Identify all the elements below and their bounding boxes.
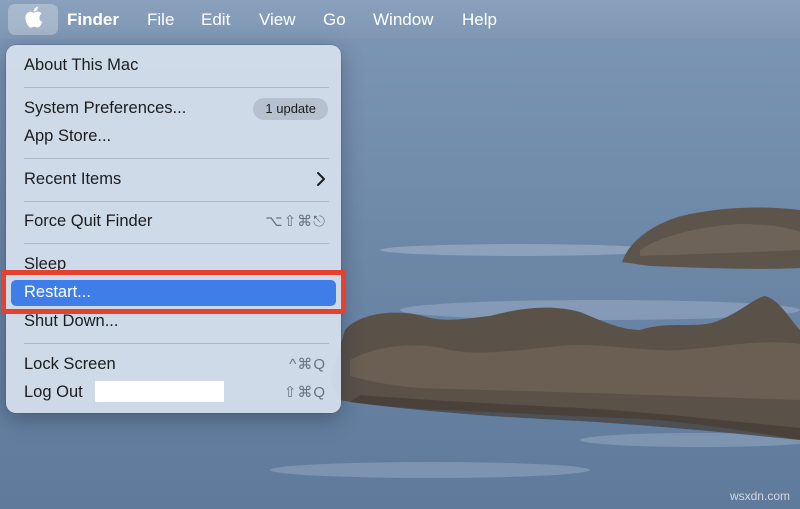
menu-go[interactable]: Go	[323, 0, 346, 39]
menu-item-sleep[interactable]: Sleep	[11, 252, 336, 278]
menu-bar: Finder File Edit View Go Window Help	[0, 0, 800, 39]
watermark: wsxdn.com	[729, 489, 790, 503]
menu-item-restart[interactable]: Restart...	[11, 280, 336, 306]
menu-item-log-out[interactable]: Log Out ⇧⌘Q	[11, 380, 336, 406]
menu-item-label: Recent Items	[24, 170, 122, 188]
menu-item-about-this-mac[interactable]: About This Mac	[11, 53, 336, 79]
menu-item-label: System Preferences...	[24, 99, 187, 117]
menu-file[interactable]: File	[147, 0, 174, 39]
keyboard-shortcut: ⇧⌘Q	[283, 384, 326, 401]
menu-item-label: Sleep	[24, 255, 67, 273]
menu-help[interactable]: Help	[462, 0, 497, 39]
apple-logo-icon	[23, 6, 43, 33]
menu-window[interactable]: Window	[373, 0, 433, 39]
menu-separator	[24, 158, 329, 159]
menu-item-force-quit[interactable]: Force Quit Finder ⌥⇧⌘⎋	[11, 209, 336, 235]
menu-separator	[24, 243, 329, 244]
menu-separator	[24, 343, 329, 344]
menu-item-shut-down[interactable]: Shut Down...	[11, 309, 336, 335]
menu-item-lock-screen[interactable]: Lock Screen ^⌘Q	[11, 352, 336, 378]
keyboard-shortcut: ⌥⇧⌘⎋	[265, 213, 326, 230]
menu-edit[interactable]: Edit	[201, 0, 230, 39]
menu-finder[interactable]: Finder	[67, 0, 119, 39]
keyboard-shortcut: ^⌘Q	[289, 356, 326, 373]
menu-view[interactable]: View	[259, 0, 296, 39]
redacted-username	[95, 381, 224, 402]
menu-separator	[24, 201, 329, 202]
menu-item-label: App Store...	[24, 127, 112, 145]
menu-item-label: Shut Down...	[24, 312, 119, 330]
menu-item-label: Log Out	[24, 383, 83, 401]
menu-item-system-preferences[interactable]: System Preferences... 1 update	[11, 96, 336, 122]
update-badge: 1 update	[253, 98, 328, 120]
menu-item-label: Restart...	[24, 283, 91, 301]
menu-item-label: About This Mac	[24, 56, 139, 74]
menu-item-app-store[interactable]: App Store...	[11, 124, 336, 150]
apple-menu-button[interactable]	[8, 4, 58, 35]
menu-separator	[24, 87, 329, 88]
apple-menu-dropdown: About This Mac System Preferences... 1 u…	[6, 45, 341, 413]
chevron-right-icon	[316, 171, 326, 192]
menu-item-label: Force Quit Finder	[24, 212, 153, 230]
menu-item-label: Lock Screen	[24, 355, 116, 373]
menu-item-recent-items[interactable]: Recent Items	[11, 167, 336, 193]
